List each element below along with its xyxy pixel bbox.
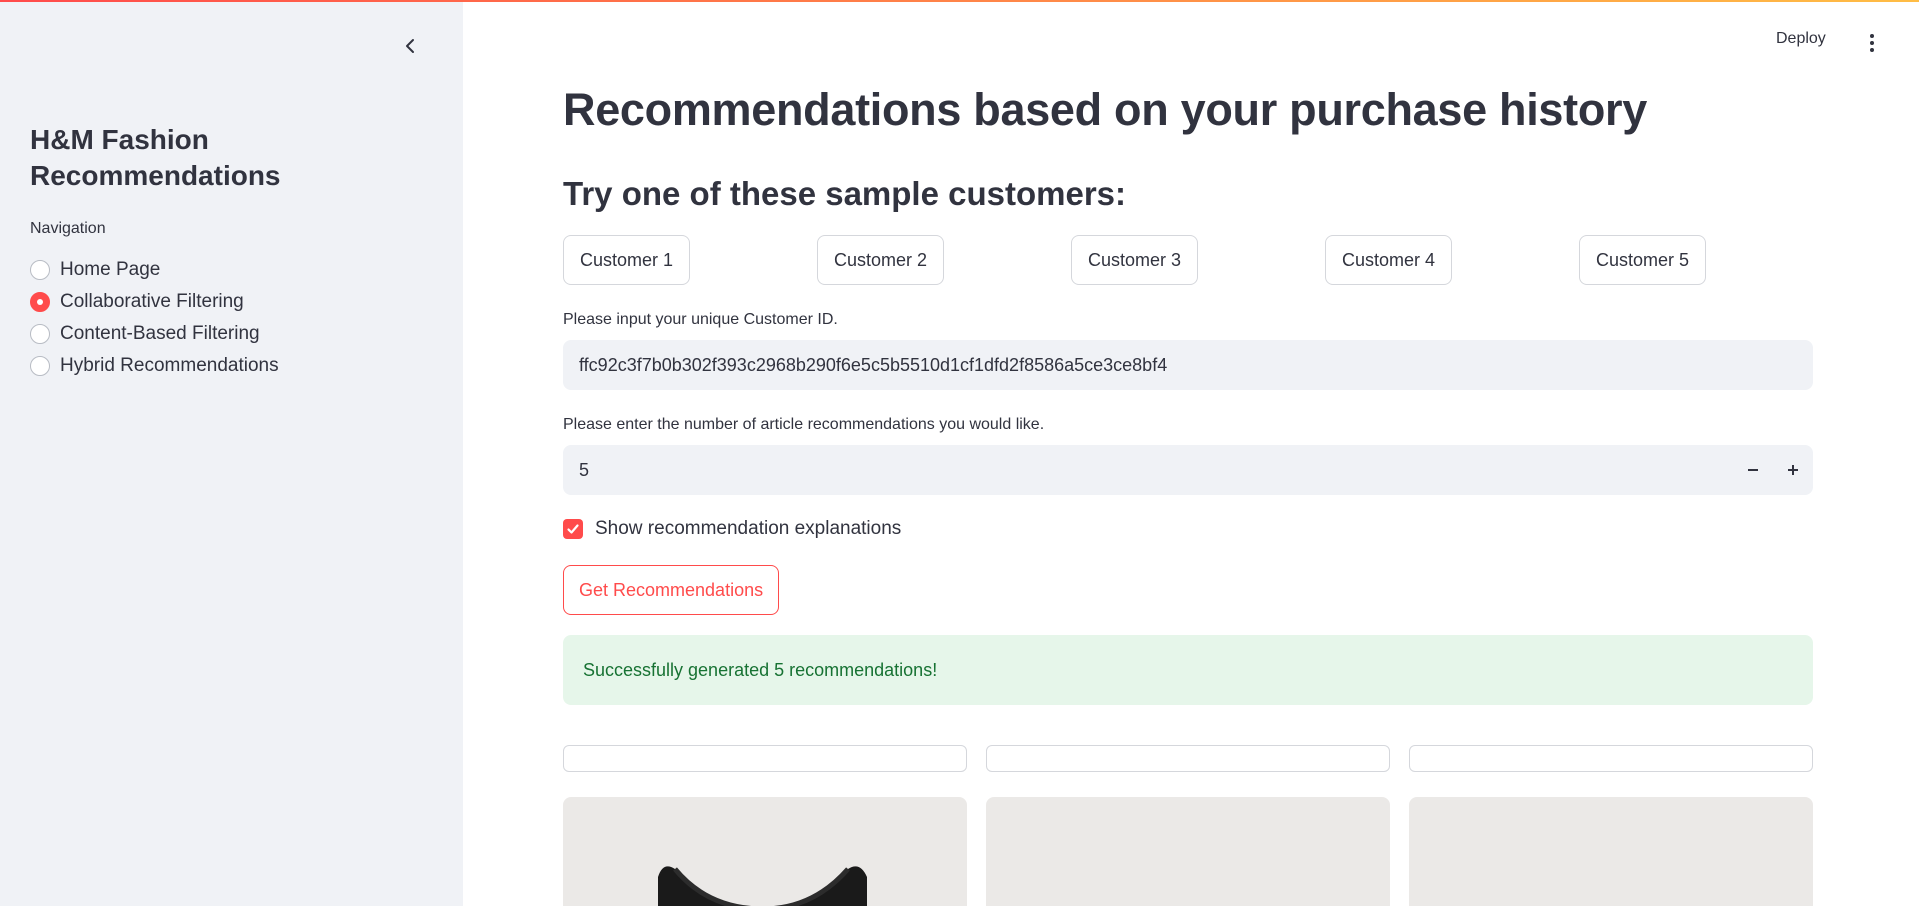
plus-icon: [1788, 465, 1798, 475]
customer-2-button[interactable]: Customer 2: [817, 235, 945, 285]
radio-button[interactable]: [30, 260, 50, 280]
nav-option-label: Hybrid Recommendations: [60, 355, 279, 376]
minus-icon: [1748, 469, 1758, 471]
decrement-button[interactable]: [1733, 445, 1773, 495]
sidebar-title: H&M Fashion Recommendations: [30, 124, 281, 191]
nav-option-home-page[interactable]: Home Page: [30, 254, 279, 286]
navigation-label: Navigation: [30, 220, 106, 237]
nav-option-label: Collaborative Filtering: [60, 291, 244, 312]
nav-option-label: Home Page: [60, 259, 161, 280]
checkbox-checked[interactable]: [563, 519, 583, 539]
recommendation-image-3: [1409, 797, 1813, 906]
increment-button[interactable]: [1773, 445, 1813, 495]
num-recommendations-input[interactable]: 5: [563, 445, 1813, 495]
main-menu-button[interactable]: [1860, 30, 1884, 56]
num-recommendations-label: Please enter the number of article recom…: [563, 416, 1045, 433]
radio-button[interactable]: [30, 356, 50, 376]
nav-option-hybrid-recommendations[interactable]: Hybrid Recommendations: [30, 350, 279, 382]
nav-option-label: Content-Based Filtering: [60, 323, 260, 344]
num-recommendations-value[interactable]: 5: [563, 460, 1733, 481]
nav-option-content-based-filtering[interactable]: Content-Based Filtering: [30, 318, 279, 350]
customer-id-label: Please input your unique Customer ID.: [563, 311, 838, 328]
navigation-radio-group: Home Page Collaborative Filtering Conten…: [30, 254, 279, 382]
chevron-left-icon: [406, 39, 414, 53]
customer-1-button[interactable]: Customer 1: [563, 235, 691, 285]
deploy-button[interactable]: Deploy: [1776, 30, 1826, 48]
page-title: Recommendations based on your purchase h…: [563, 84, 1647, 135]
collapse-sidebar-button[interactable]: [398, 34, 422, 58]
radio-button[interactable]: [30, 324, 50, 344]
customer-4-button[interactable]: Customer 4: [1325, 235, 1453, 285]
success-alert: Successfully generated 5 recommendations…: [563, 635, 1813, 705]
recommendation-caption-2: [986, 745, 1390, 772]
customer-5-button[interactable]: Customer 5: [1579, 235, 1707, 285]
checkmark-icon: [567, 524, 579, 534]
tank-top-image: [658, 866, 867, 906]
recommendation-image-2: [986, 797, 1390, 906]
more-vertical-icon: [1870, 34, 1874, 38]
nav-option-collaborative-filtering[interactable]: Collaborative Filtering: [30, 286, 279, 318]
customer-id-input[interactable]: ffc92c3f7b0b302f393c2968b290f6e5c5b5510d…: [563, 340, 1813, 390]
get-recommendations-button[interactable]: Get Recommendations: [563, 565, 780, 615]
customer-3-button[interactable]: Customer 3: [1071, 235, 1199, 285]
recommendation-image-1: [563, 797, 967, 906]
show-explanations-label: Show recommendation explanations: [595, 518, 902, 539]
radio-button-selected[interactable]: [30, 292, 50, 312]
sample-customers-heading: Try one of these sample customers:: [563, 175, 1127, 212]
recommendation-caption-1: [563, 745, 967, 772]
recommendation-caption-3: [1409, 745, 1813, 772]
sidebar: H&M Fashion Recommendations Navigation H…: [0, 0, 463, 906]
show-explanations-checkbox[interactable]: Show recommendation explanations: [563, 518, 901, 540]
top-accent-bar: [0, 0, 1919, 2]
